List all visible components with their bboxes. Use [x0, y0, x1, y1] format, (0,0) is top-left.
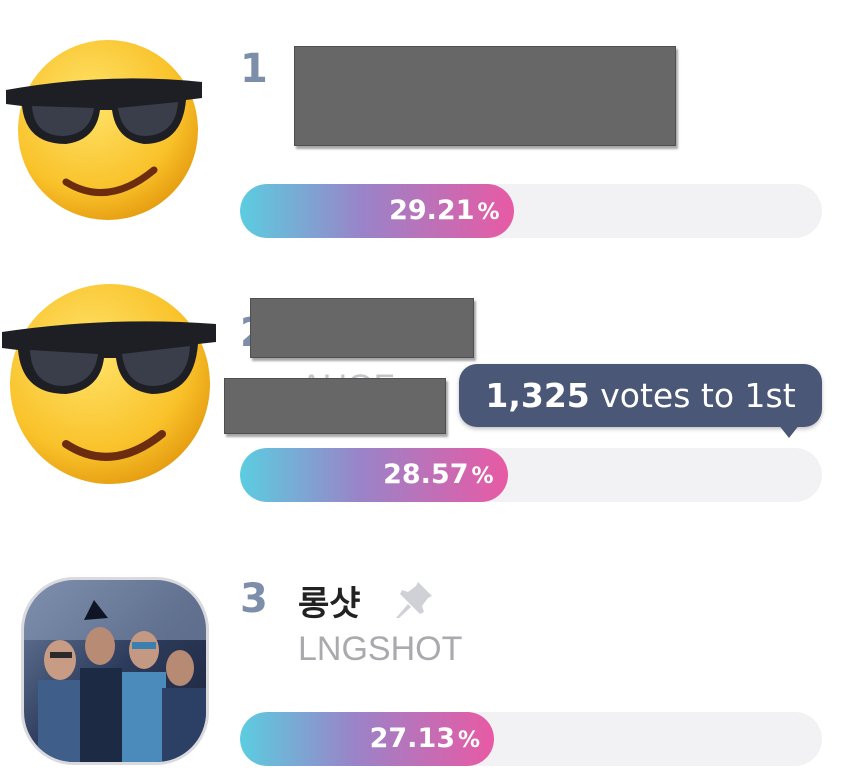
tooltip-arrow: [778, 424, 800, 438]
sunglasses-emoji-icon: [4, 32, 204, 222]
vote-percent: 28.57%: [383, 459, 494, 490]
vote-bar: 28.57%: [240, 448, 822, 502]
artist-avatar[interactable]: [24, 580, 206, 762]
redacted-name: [294, 46, 676, 146]
vote-percent: 29.21%: [389, 195, 500, 226]
artist-name: 롱샷: [298, 584, 361, 624]
vote-bar: 27.13%: [240, 712, 822, 766]
vote-percent: 27.13%: [369, 723, 481, 754]
redacted-name: [250, 298, 474, 358]
pin-icon[interactable]: [392, 578, 436, 622]
rank-number: 1: [240, 46, 268, 92]
vote-bar: 29.21%: [240, 184, 822, 238]
artist-subname: LNGSHOT: [298, 630, 463, 668]
redacted-subname: [224, 378, 446, 434]
rank-number: 3: [240, 576, 268, 622]
votes-to-first-tooltip: 1,325 votes to 1st: [459, 364, 822, 427]
sunglasses-emoji-icon: [0, 280, 220, 490]
